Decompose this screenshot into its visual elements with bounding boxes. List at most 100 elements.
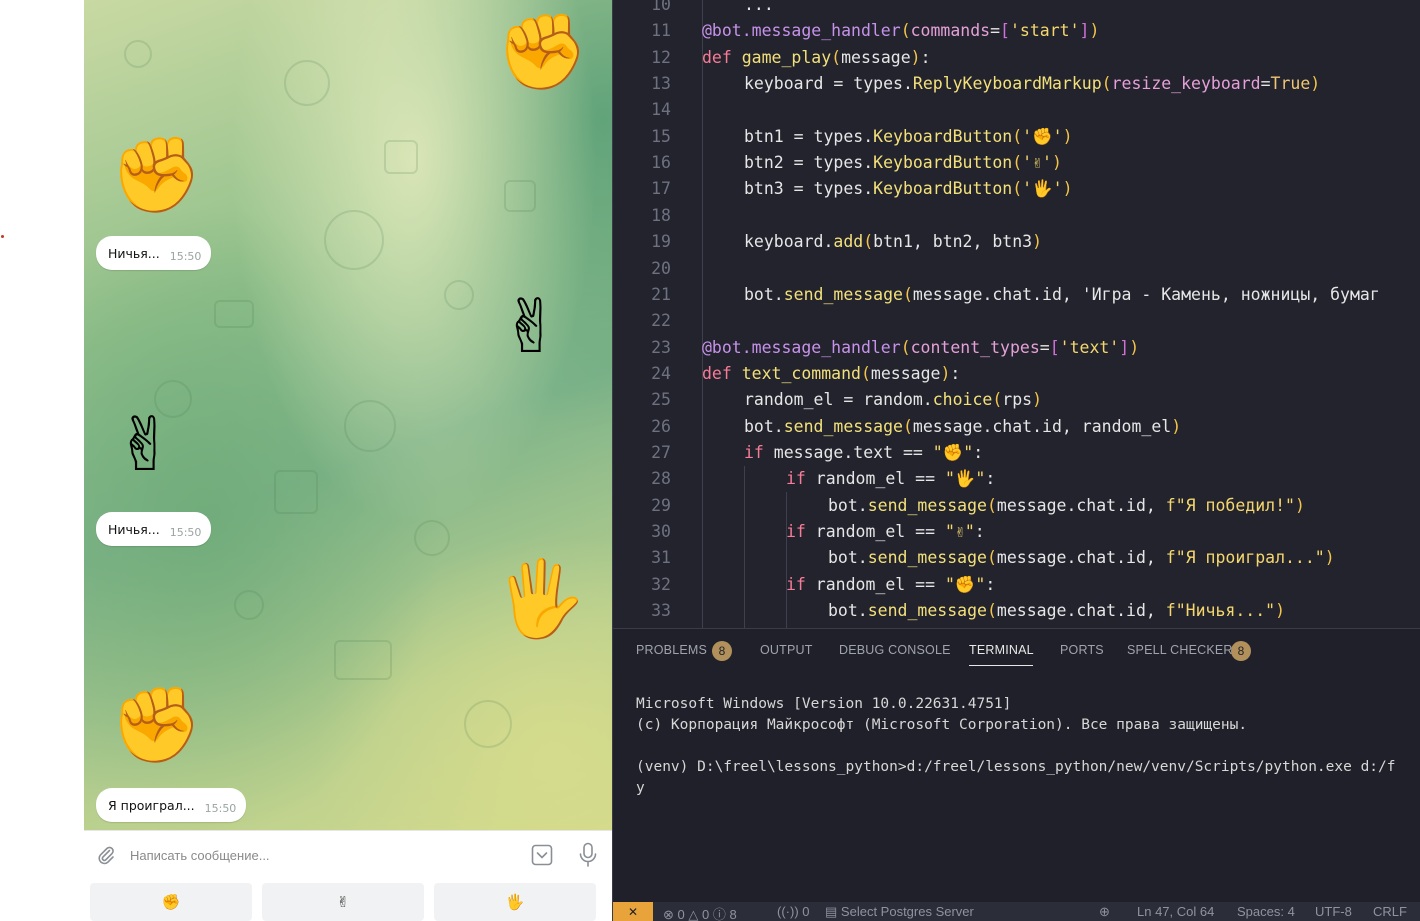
terminal-line: (c) Корпорация Майкрософт (Microsoft Cor… [636,717,1248,733]
error-icon: ⊗ [663,907,674,921]
code-text: if random_el == "✌": [786,522,985,541]
tab-spell-checker[interactable]: SPELL CHECKER [1127,643,1233,657]
code-editor[interactable]: 10... 11 @bot.message_handler(commands=['s… [612,0,1420,628]
code-text: bot.send_message(message.chat.id, 'Игра … [744,284,1380,304]
postgres-label: Select Postgres Server [840,904,974,919]
remote-icon: ✕ [627,904,639,919]
message-input[interactable] [130,841,510,869]
line-number: 14 [651,100,671,120]
message-time: 15:50 [169,525,202,539]
code-line: 16 btn2 = types.KeyboardButton('✌') [613,150,1420,176]
broadcast-icon: ((·)) [777,904,799,919]
tab-problems[interactable]: PROBLEMS [636,643,707,657]
code-line: 19 keyboard.add(btn1, btn2, btn3) [613,229,1420,255]
bot-emoji-fist: ✊ [496,9,589,95]
background-doodle [504,180,536,212]
ports-status[interactable]: ((·)) 0 [777,904,810,919]
reply-button-rock[interactable]: ✊ [90,883,252,921]
indentation[interactable]: Spaces: 4 [1237,904,1295,919]
message-bubble[interactable]: Ничья... 15:50 [96,512,212,546]
warning-count: 0 [702,907,710,921]
keyboard-toggle-icon[interactable] [531,844,553,866]
line-number: 26 [651,416,671,436]
background-doodle [234,590,264,620]
problems-status[interactable]: ⊗ 0 △ 0 ⓘ 8 [663,904,737,921]
message-bubble[interactable]: Я проиграл... 15:50 [96,788,247,822]
ports-count: 0 [802,904,810,919]
code-line: 31 bot.send_message(message.chat.id, f"Я … [613,545,1420,571]
line-number: 16 [651,153,671,173]
spell-checker-count-badge: 8 [1231,641,1251,661]
error-count: 0 [677,907,685,921]
telegram-chat-area[interactable]: ✊ ✌ 🖐 ✊ ✌ ✊ Ничья... 15:50 Ничья... 15:5… [84,0,612,830]
line-endings[interactable]: CRLF [1373,904,1407,919]
remote-button[interactable]: ✕ [613,902,653,921]
code-text: def text_command(message): [702,363,961,383]
red-dot [1,235,4,238]
bot-emoji-victory: ✌ [500,284,563,370]
microphone-icon[interactable] [578,842,598,868]
code-text: bot.send_message(message.chat.id, random… [744,416,1182,436]
background-doodle [384,140,418,174]
code-line: 33 bot.send_message(message.chat.id, f"Ни… [613,598,1420,624]
code-text: @bot.message_handler(commands=['start']) [702,21,1100,41]
paperclip-icon[interactable] [96,845,116,865]
code-line: 27 if message.text == "✊": [613,440,1420,466]
reply-button-scissors[interactable]: ✌ [262,883,424,921]
message-bubble[interactable]: Ничья... 15:50 [96,236,212,270]
message-text: Я проиграл... [108,797,195,813]
code-line: 17 btn3 = types.KeyboardButton('🖐') [613,176,1420,202]
code-text: keyboard = types.ReplyKeyboardMarkup(res… [744,74,1321,94]
message-time: 15:50 [169,249,202,263]
line-number: 12 [651,47,671,67]
postgres-status[interactable]: ▤ Select Postgres Server [825,904,974,920]
terminal-line: Microsoft Windows [Version 10.0.22631.47… [636,696,1012,712]
reply-button-paper[interactable]: 🖐 [434,883,596,921]
message-time: 15:50 [204,801,237,815]
code-line: 15 btn1 = types.KeyboardButton('✊') [613,124,1420,150]
cursor-position[interactable]: Ln 47, Col 64 [1137,904,1214,919]
code-text: bot.send_message(message.chat.id, f"Ничь… [828,601,1286,621]
code-line: 11 @bot.message_handler(commands=['start'… [613,18,1420,44]
code-text: btn2 = types.KeyboardButton('✌') [744,153,1062,173]
code-line: 30 if random_el == "✌": [613,519,1420,545]
line-number: 23 [651,337,671,357]
background-doodle [324,210,384,270]
code-line: 13 keyboard = types.ReplyKeyboardMarkup(r… [613,71,1420,97]
line-number: 15 [651,126,671,146]
code-text: if random_el == "🖐": [786,469,996,489]
active-tab-underline [969,665,1033,666]
code-line: 24 def text_command(message): [613,361,1420,387]
terminal-line: (venv) D:\freel\lessons_python>d:/freel/… [636,759,1396,775]
line-number: 17 [651,179,671,199]
line-number: 22 [651,311,671,331]
tab-terminal[interactable]: TERMINAL [969,643,1034,657]
tab-output[interactable]: OUTPUT [760,643,813,657]
code-text: if message.text == "✊": [744,442,984,462]
line-number: 25 [651,390,671,410]
code-line: 29 bot.send_message(message.chat.id, f"Я … [613,493,1420,519]
background-doodle [464,700,512,748]
database-icon: ▤ [825,904,838,919]
line-number: 20 [651,258,671,278]
background-doodle [274,470,318,514]
code-line: 21 bot.send_message(message.chat.id, 'Игр… [613,282,1420,308]
line-number: 10 [651,0,671,14]
tab-ports[interactable]: PORTS [1060,643,1104,657]
line-number: 29 [651,495,671,515]
code-text: def game_play(message): [702,47,931,67]
background-doodle [124,40,152,68]
line-number: 31 [651,548,671,568]
desktop-strip [0,0,84,921]
code-line: 10... [613,0,1420,18]
background-doodle [414,520,450,556]
user-emoji-fist: ✊ [110,682,203,768]
background-doodle [344,400,396,452]
code-text: bot.send_message(message.chat.id, f"Я пр… [828,548,1335,568]
zoom-icon[interactable]: ⊕ [1099,904,1110,920]
line-number: 33 [651,601,671,621]
encoding[interactable]: UTF-8 [1315,904,1352,919]
code-text: keyboard.add(btn1, btn2, btn3) [744,232,1043,252]
message-composer [84,830,612,878]
tab-debug-console[interactable]: DEBUG CONSOLE [839,643,951,657]
